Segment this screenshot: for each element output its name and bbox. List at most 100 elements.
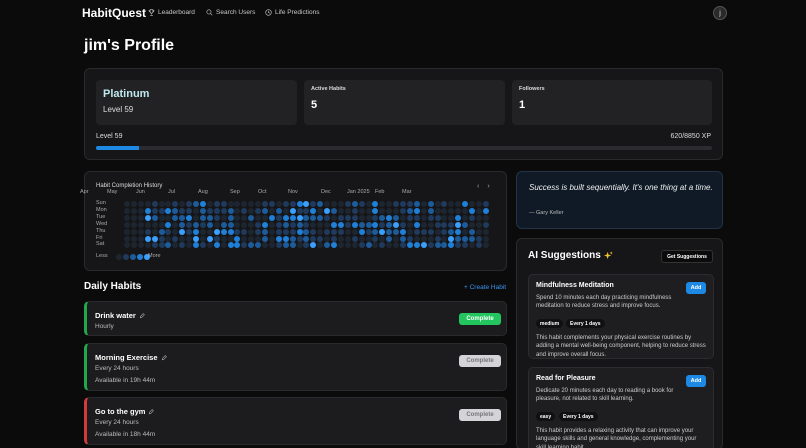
heatmap-cell[interactable] bbox=[317, 221, 324, 228]
heatmap-cell[interactable] bbox=[227, 214, 234, 221]
heatmap-cell[interactable] bbox=[282, 201, 289, 207]
heatmap-cell[interactable] bbox=[296, 221, 303, 228]
heatmap-cell[interactable] bbox=[303, 214, 310, 221]
heatmap-cell[interactable] bbox=[379, 235, 386, 242]
heatmap-cell[interactable] bbox=[137, 242, 144, 249]
heatmap-cell[interactable] bbox=[130, 221, 137, 228]
heatmap-cell[interactable] bbox=[289, 221, 296, 228]
heatmap-cell[interactable] bbox=[151, 214, 158, 221]
heatmap-cell[interactable] bbox=[151, 228, 158, 235]
heatmap-cell[interactable] bbox=[434, 201, 441, 207]
heatmap-cell[interactable] bbox=[475, 228, 482, 235]
heatmap-cell[interactable] bbox=[172, 228, 179, 235]
heatmap-cell[interactable] bbox=[165, 221, 172, 228]
heatmap-cell[interactable] bbox=[137, 228, 144, 235]
heatmap-cell[interactable] bbox=[393, 201, 400, 207]
heatmap-cell[interactable] bbox=[455, 201, 462, 207]
heatmap-cell[interactable] bbox=[124, 201, 130, 207]
heatmap-cell[interactable] bbox=[344, 221, 351, 228]
heatmap-cell[interactable] bbox=[482, 228, 489, 235]
heatmap-cell[interactable] bbox=[475, 221, 482, 228]
edit-icon[interactable] bbox=[139, 312, 145, 319]
heatmap-cell[interactable] bbox=[324, 214, 331, 221]
heatmap-cell[interactable] bbox=[303, 228, 310, 235]
heatmap-cell[interactable] bbox=[186, 214, 193, 221]
heatmap-cell[interactable] bbox=[206, 207, 213, 214]
heatmap-cell[interactable] bbox=[324, 221, 331, 228]
heatmap-cell[interactable] bbox=[448, 228, 455, 235]
heatmap-cell[interactable] bbox=[296, 207, 303, 214]
heatmap-cell[interactable] bbox=[199, 221, 206, 228]
heatmap-cell[interactable] bbox=[455, 207, 462, 214]
heatmap-cell[interactable] bbox=[331, 235, 337, 242]
heatmap-cell[interactable] bbox=[296, 201, 303, 207]
heatmap-cell[interactable] bbox=[386, 201, 393, 207]
heatmap-cell[interactable] bbox=[351, 228, 358, 235]
heatmap-cell[interactable] bbox=[393, 207, 400, 214]
heatmap-cell[interactable] bbox=[462, 201, 469, 207]
heatmap-cell[interactable] bbox=[199, 235, 206, 242]
heatmap-cell[interactable] bbox=[172, 242, 179, 249]
heatmap-cell[interactable] bbox=[262, 242, 268, 249]
heatmap-cell[interactable] bbox=[469, 201, 475, 207]
heatmap-cell[interactable] bbox=[158, 201, 165, 207]
heatmap-cell[interactable] bbox=[379, 221, 386, 228]
create-habit-button[interactable]: + Create Habit bbox=[464, 284, 506, 291]
heatmap-cell[interactable] bbox=[393, 235, 400, 242]
heatmap-cell[interactable] bbox=[268, 221, 275, 228]
heatmap-cell[interactable] bbox=[227, 228, 234, 235]
heatmap-cell[interactable] bbox=[275, 214, 282, 221]
heatmap-cell[interactable] bbox=[310, 207, 317, 214]
heatmap-cell[interactable] bbox=[158, 207, 165, 214]
heatmap-cell[interactable] bbox=[248, 214, 255, 221]
heatmap-cell[interactable] bbox=[351, 214, 358, 221]
heatmap-cell[interactable] bbox=[475, 242, 482, 249]
heatmap-cell[interactable] bbox=[331, 207, 337, 214]
heatmap-cell[interactable] bbox=[213, 201, 220, 207]
heatmap-cell[interactable] bbox=[475, 207, 482, 214]
heatmap-cell[interactable] bbox=[482, 221, 489, 228]
heatmap-cell[interactable] bbox=[455, 228, 462, 235]
user-avatar-button[interactable]: j bbox=[713, 6, 727, 20]
heatmap-cell[interactable] bbox=[241, 207, 248, 214]
add-suggestion-button[interactable]: Add bbox=[686, 282, 706, 294]
heatmap-cell[interactable] bbox=[420, 221, 427, 228]
heatmap-cell[interactable] bbox=[124, 228, 130, 235]
heatmap-cell[interactable] bbox=[441, 235, 448, 242]
heatmap-cell[interactable] bbox=[275, 235, 282, 242]
heatmap-cell[interactable] bbox=[303, 201, 310, 207]
heatmap-cell[interactable] bbox=[400, 228, 406, 235]
heatmap-cell[interactable] bbox=[413, 221, 420, 228]
heatmap-cell[interactable] bbox=[337, 235, 344, 242]
heatmap-cell[interactable] bbox=[365, 242, 372, 249]
heatmap-cell[interactable] bbox=[193, 235, 199, 242]
heatmap-cell[interactable] bbox=[482, 235, 489, 242]
heatmap-cell[interactable] bbox=[324, 228, 331, 235]
heatmap-cell[interactable] bbox=[234, 207, 241, 214]
heatmap-cell[interactable] bbox=[365, 207, 372, 214]
heatmap-cell[interactable] bbox=[413, 235, 420, 242]
heatmap-cell[interactable] bbox=[462, 228, 469, 235]
heatmap-cell[interactable] bbox=[475, 214, 482, 221]
heatmap-cell[interactable] bbox=[130, 228, 137, 235]
heatmap-cell[interactable] bbox=[193, 201, 199, 207]
heatmap-next-button[interactable]: › bbox=[487, 183, 489, 190]
heatmap-cell[interactable] bbox=[324, 242, 331, 249]
heatmap-cell[interactable] bbox=[172, 207, 179, 214]
heatmap-cell[interactable] bbox=[206, 221, 213, 228]
heatmap-cell[interactable] bbox=[427, 221, 434, 228]
heatmap-cell[interactable] bbox=[400, 242, 406, 249]
heatmap-cell[interactable] bbox=[255, 201, 262, 207]
heatmap-cell[interactable] bbox=[344, 228, 351, 235]
heatmap-cell[interactable] bbox=[351, 235, 358, 242]
heatmap-cell[interactable] bbox=[379, 214, 386, 221]
heatmap-cell[interactable] bbox=[193, 214, 199, 221]
heatmap-cell[interactable] bbox=[241, 214, 248, 221]
heatmap-cell[interactable] bbox=[172, 201, 179, 207]
heatmap-cell[interactable] bbox=[144, 235, 151, 242]
heatmap-cell[interactable] bbox=[151, 221, 158, 228]
heatmap-cell[interactable] bbox=[427, 228, 434, 235]
heatmap-cell[interactable] bbox=[213, 207, 220, 214]
heatmap-cell[interactable] bbox=[324, 207, 331, 214]
heatmap-cell[interactable] bbox=[220, 207, 227, 214]
